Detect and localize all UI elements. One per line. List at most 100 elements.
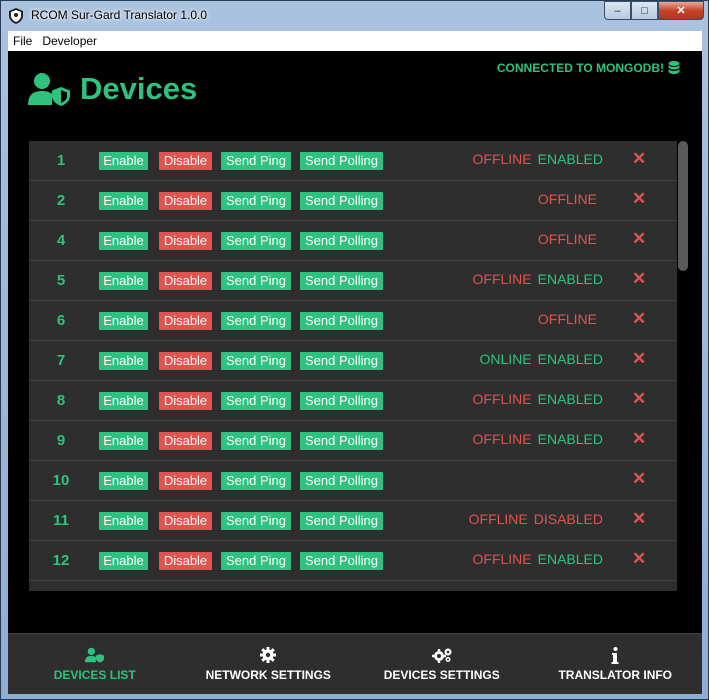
send-polling-button[interactable]: Send Polling (300, 352, 383, 370)
disable-button[interactable]: Disable (159, 392, 212, 410)
send-ping-button[interactable]: Send Ping (221, 552, 291, 570)
device-id: 2 (56, 192, 66, 209)
delete-device-button[interactable]: ✕ (632, 469, 646, 489)
delete-device-button[interactable]: ✕ (632, 549, 646, 569)
enable-button[interactable]: Enable (99, 392, 148, 410)
send-polling-button[interactable]: Send Polling (300, 472, 383, 490)
device-id: 7 (56, 352, 66, 369)
delete-device-button[interactable]: ✕ (632, 189, 646, 209)
menu-developer[interactable]: Developer (37, 34, 102, 48)
user-shield-icon (28, 73, 70, 106)
send-ping-button[interactable]: Send Ping (221, 352, 291, 370)
enable-button[interactable]: Enable (99, 552, 148, 570)
send-ping-button[interactable]: Send Ping (221, 192, 291, 210)
enabled-state: ENABLED (537, 151, 603, 167)
send-ping-button[interactable]: Send Ping (221, 512, 291, 530)
device-row: 11 Enable Disable Send Ping Send Polling OFFL… (29, 501, 677, 541)
enabled-state: ENABLED (537, 351, 603, 367)
send-polling-button[interactable]: Send Polling (300, 392, 383, 410)
connection-state: OFFLINE (472, 551, 532, 567)
scrollbar-thumb[interactable] (678, 141, 688, 271)
enable-button[interactable]: Enable (99, 352, 148, 370)
nav-devices-list[interactable]: DEVICES LIST (8, 634, 182, 694)
window-controls: – □ ✕ (604, 1, 704, 21)
title-bar[interactable]: RCOM Sur-Gard Translator 1.0.0 – □ ✕ (1, 1, 708, 31)
device-id: 4 (56, 232, 66, 249)
delete-device-button[interactable]: ✕ (632, 269, 646, 289)
send-ping-button[interactable]: Send Ping (221, 272, 291, 290)
delete-device-button[interactable]: ✕ (632, 149, 646, 169)
delete-device-button[interactable]: ✕ (632, 429, 646, 449)
device-row: 10 Enable Disable Send Ping Send Polling ✕ (29, 461, 677, 501)
enable-button[interactable]: Enable (99, 152, 148, 170)
device-id: 12 (52, 552, 70, 569)
send-polling-button[interactable]: Send Polling (300, 552, 383, 570)
send-ping-button[interactable]: Send Ping (221, 312, 291, 330)
send-polling-button[interactable]: Send Polling (300, 152, 383, 170)
enable-button[interactable]: Enable (99, 312, 148, 330)
device-id: 1 (56, 152, 66, 169)
send-polling-button[interactable]: Send Polling (300, 432, 383, 450)
disable-button[interactable]: Disable (159, 432, 212, 450)
device-id: 6 (56, 312, 66, 329)
connection-state: OFFLINE (472, 391, 532, 407)
disable-button[interactable]: Disable (159, 152, 212, 170)
delete-device-button[interactable]: ✕ (632, 229, 646, 249)
enable-button[interactable]: Enable (99, 272, 148, 290)
device-row: 8 Enable Disable Send Ping Send Polling OFFLI… (29, 381, 677, 421)
disable-button[interactable]: Disable (159, 512, 212, 530)
nav-translator-info[interactable]: TRANSLATOR INFO (529, 634, 703, 694)
disable-button[interactable]: Disable (159, 312, 212, 330)
delete-device-button[interactable]: ✕ (632, 389, 646, 409)
nav-network-settings[interactable]: NETWORK SETTINGS (182, 634, 356, 694)
send-polling-button[interactable]: Send Polling (300, 272, 383, 290)
gears-icon (431, 648, 452, 663)
send-polling-button[interactable]: Send Polling (300, 312, 383, 330)
delete-device-button[interactable]: ✕ (632, 349, 646, 369)
app-shield-icon (9, 8, 23, 24)
disable-button[interactable]: Disable (159, 552, 212, 570)
database-icon (668, 61, 680, 74)
connection-state: OFFLINE (537, 311, 597, 327)
disable-button[interactable]: Disable (159, 472, 212, 490)
connection-state: OFFLINE (537, 231, 597, 247)
device-status: OFFLINE DISABLED (469, 511, 603, 527)
connection-state: OFFLINE (472, 271, 532, 287)
close-button[interactable]: ✕ (658, 1, 704, 20)
enable-button[interactable]: Enable (99, 432, 148, 450)
send-ping-button[interactable]: Send Ping (221, 432, 291, 450)
device-id: 9 (56, 432, 66, 449)
disable-button[interactable]: Disable (159, 352, 212, 370)
send-polling-button[interactable]: Send Polling (300, 512, 383, 530)
maximize-button[interactable]: □ (631, 1, 658, 20)
minimize-button[interactable]: – (604, 1, 631, 20)
menu-file[interactable]: File (8, 34, 37, 48)
send-polling-button[interactable]: Send Polling (300, 192, 383, 210)
disable-button[interactable]: Disable (159, 232, 212, 250)
enable-button[interactable]: Enable (99, 472, 148, 490)
disable-button[interactable]: Disable (159, 192, 212, 210)
device-id: 10 (52, 472, 70, 489)
nav-devices-settings[interactable]: DEVICES SETTINGS (355, 634, 529, 694)
delete-device-button[interactable]: ✕ (632, 509, 646, 529)
enabled-state: DISABLED (533, 511, 603, 527)
device-id: 5 (56, 272, 66, 289)
send-polling-button[interactable]: Send Polling (300, 232, 383, 250)
delete-device-button[interactable]: ✕ (632, 309, 646, 329)
enable-button[interactable]: Enable (99, 192, 148, 210)
enabled-state: ENABLED (537, 391, 603, 407)
device-status: OFFLINE ENABLED (473, 271, 603, 287)
device-status: OFFLINE (538, 191, 603, 207)
device-status: OFFLINE ENABLED (473, 431, 603, 447)
page-title: Devices (80, 71, 198, 106)
connection-state: ONLINE (479, 351, 532, 367)
send-ping-button[interactable]: Send Ping (221, 232, 291, 250)
enable-button[interactable]: Enable (99, 512, 148, 530)
send-ping-button[interactable]: Send Ping (221, 392, 291, 410)
send-ping-button[interactable]: Send Ping (221, 152, 291, 170)
menu-bar: File Developer (8, 31, 702, 51)
device-status: OFFLINE ENABLED (473, 551, 603, 567)
enable-button[interactable]: Enable (99, 232, 148, 250)
disable-button[interactable]: Disable (159, 272, 212, 290)
send-ping-button[interactable]: Send Ping (221, 472, 291, 490)
